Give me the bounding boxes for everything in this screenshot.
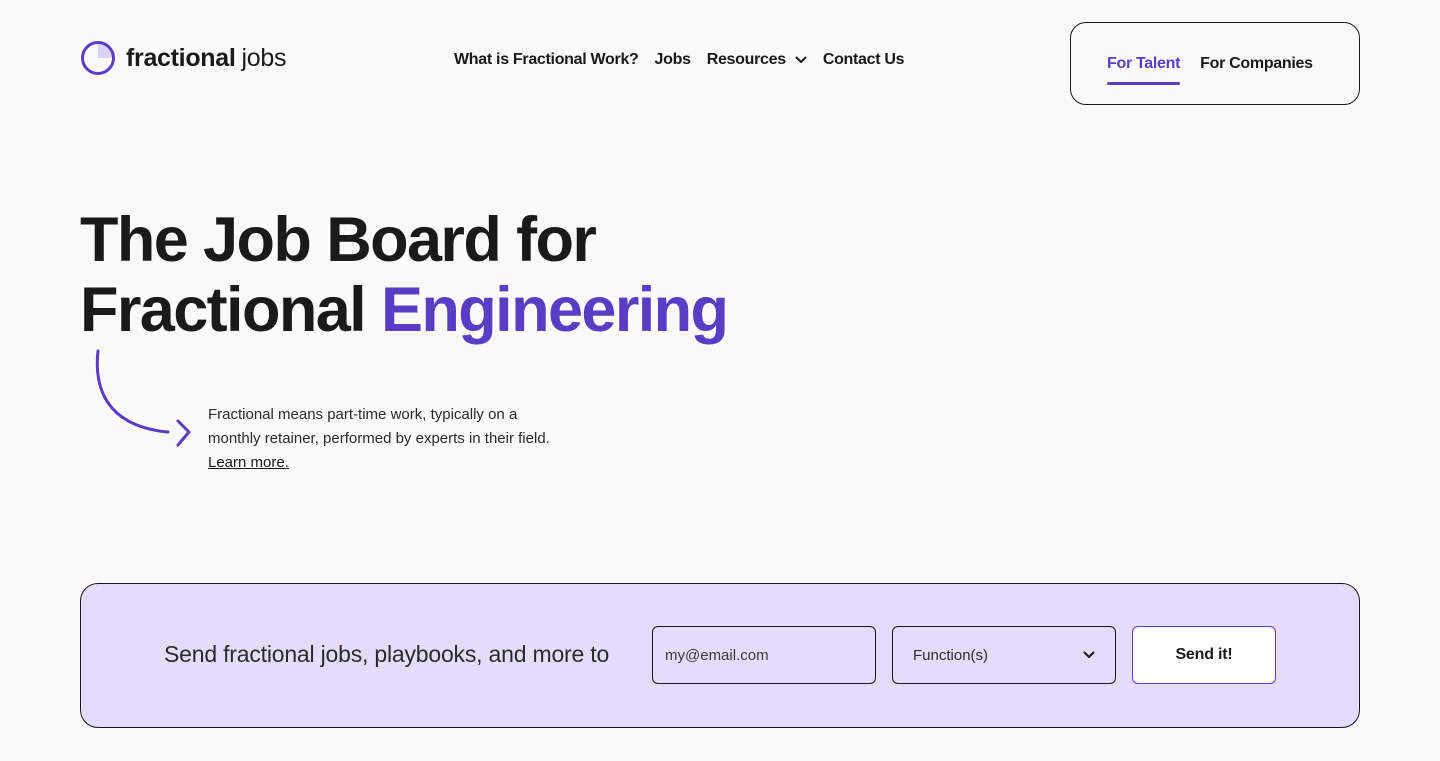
audience-toggle: For Talent For Companies xyxy=(1070,22,1360,105)
nav-contact-us[interactable]: Contact Us xyxy=(823,51,905,69)
hero-title-line1: The Job Board for xyxy=(80,205,597,275)
send-it-button[interactable]: Send it! xyxy=(1132,626,1276,684)
tab-for-talent[interactable]: For Talent xyxy=(1107,55,1180,85)
circle-logo-icon xyxy=(81,41,115,75)
main-nav: What is Fractional Work? Jobs Resources … xyxy=(454,48,905,72)
nav-resources[interactable]: Resources xyxy=(707,51,807,69)
hero-description-text: Fractional means part-time work, typical… xyxy=(208,406,550,447)
logo-text-bold: fractional xyxy=(126,43,236,72)
site-header: fractional jobs What is Fractional Work?… xyxy=(0,0,1440,120)
function-select[interactable]: Function(s) xyxy=(892,626,1116,684)
signup-text: Send fractional jobs, playbooks, and mor… xyxy=(164,641,610,667)
chevron-down-icon xyxy=(1083,651,1095,658)
nav-what-is-fractional-work[interactable]: What is Fractional Work? xyxy=(454,51,639,69)
chevron-down-icon xyxy=(795,56,807,63)
logo-text-light: jobs xyxy=(241,43,287,72)
hero-title-line2: Fractional xyxy=(80,275,367,345)
curved-arrow-icon xyxy=(95,349,191,447)
nav-resources-label: Resources xyxy=(706,51,786,68)
hero-description: Fractional means part-time work, typical… xyxy=(208,403,553,475)
newsletter-signup: Send fractional jobs, playbooks, and mor… xyxy=(80,583,1360,728)
tab-for-companies[interactable]: For Companies xyxy=(1200,55,1313,73)
logo-link[interactable]: fractional jobs xyxy=(80,40,287,76)
function-select-label: Function(s) xyxy=(913,646,989,664)
learn-more-link[interactable]: Learn more. xyxy=(208,454,289,471)
hero-title: The Job Board for Fractional Engineering xyxy=(80,205,980,345)
email-input[interactable] xyxy=(652,626,876,684)
nav-jobs[interactable]: Jobs xyxy=(655,51,691,69)
hero-title-accent: Engineering xyxy=(380,275,729,345)
